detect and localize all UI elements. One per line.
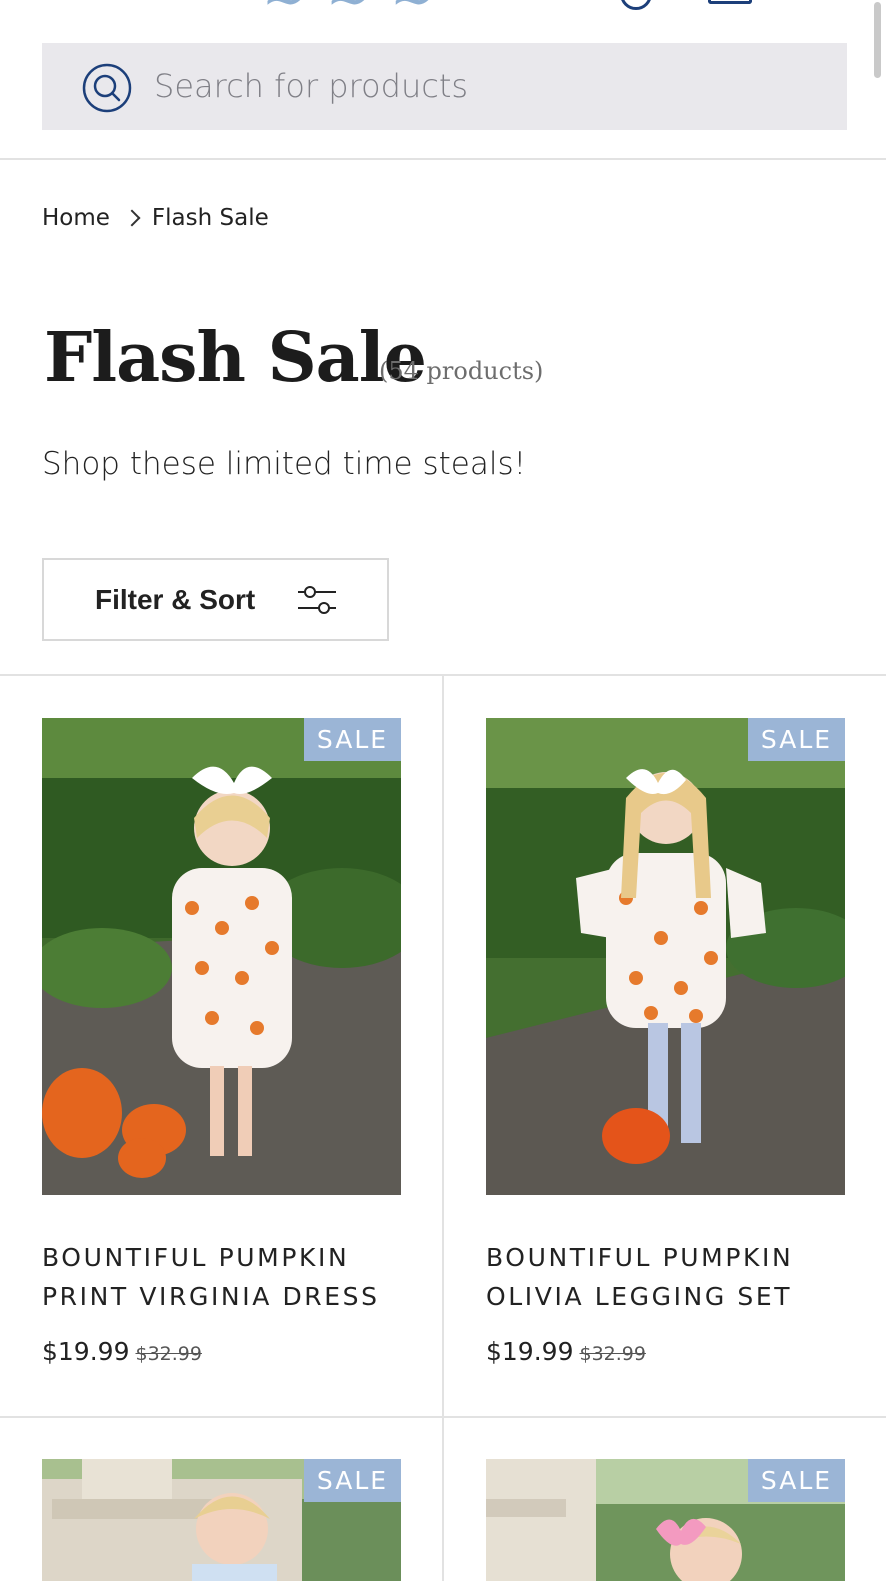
product-image[interactable]: SALE [42,1459,401,1581]
header-divider [0,158,886,160]
product-title-line: PRINT VIRGINIA DRESS [42,1282,380,1311]
product-image[interactable]: SALE [486,718,845,1195]
grid-column-divider [442,1418,444,1581]
collection-description: Shop these limited time steals! [42,446,527,482]
account-icon[interactable] [620,0,652,10]
breadcrumb: Home Flash Sale [42,205,269,231]
product-title[interactable]: BOUNTIFUL PUMPKIN OLIVIA LEGGING SET [486,1238,793,1316]
product-image[interactable]: SALE [42,718,401,1195]
chevron-right-icon [123,209,141,227]
product-title-line: OLIVIA LEGGING SET [486,1282,793,1311]
cart-icon[interactable] [708,0,752,4]
page-title: Flash Sale [44,318,427,398]
filter-sort-button[interactable]: Filter & Sort [42,558,389,641]
product-photo-girl-pumpkin-dress [42,718,401,1195]
search-icon[interactable] [82,63,132,113]
product-count: (54 products) [379,357,544,385]
sale-price: $19.99 [486,1337,574,1366]
search-input[interactable]: Search for products [154,67,468,105]
product-photo-girl-legging-set [486,718,845,1195]
site-header: ~ ~ ~ [0,0,886,40]
product-title-line: BOUNTIFUL PUMPKIN [42,1243,350,1272]
sale-badge: SALE [748,1459,845,1502]
sale-badge: SALE [748,718,845,761]
breadcrumb-current: Flash Sale [151,205,269,231]
sliders-icon [298,586,336,614]
scrollbar[interactable] [874,2,881,78]
breadcrumb-home-link[interactable]: Home [42,205,110,231]
compare-price: $32.99 [579,1343,646,1365]
sale-badge: SALE [304,1459,401,1502]
product-title[interactable]: BOUNTIFUL PUMPKIN PRINT VIRGINIA DRESS [42,1238,380,1316]
compare-price: $32.99 [135,1343,202,1365]
product-price: $19.99 $32.99 [486,1337,646,1366]
product-image[interactable]: SALE [486,1459,845,1581]
search-bar[interactable]: Search for products [42,43,847,130]
filter-sort-label: Filter & Sort [95,584,256,615]
sale-badge: SALE [304,718,401,761]
site-logo[interactable]: ~ ~ ~ [262,0,436,30]
product-price: $19.99 $32.99 [42,1337,202,1366]
product-title-line: BOUNTIFUL PUMPKIN [486,1243,794,1272]
sale-price: $19.99 [42,1337,130,1366]
grid-column-divider [442,676,444,1416]
